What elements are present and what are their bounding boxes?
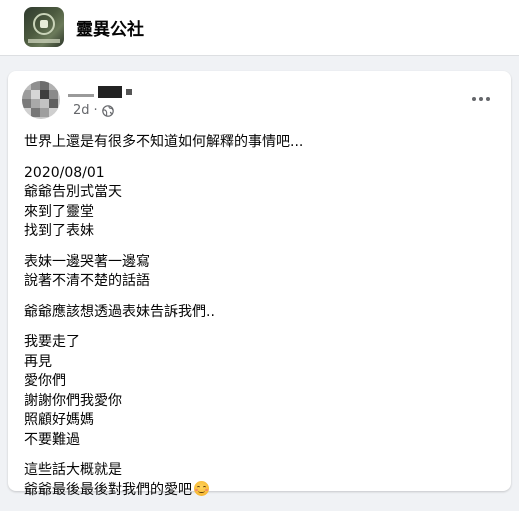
post-line: 說著不清不楚的話語 bbox=[24, 273, 150, 289]
post-line: 再見 bbox=[24, 353, 52, 370]
more-options-icon[interactable] bbox=[463, 85, 499, 113]
paragraph: 世界上還是有很多不知道如何解釋的事情吧... bbox=[24, 133, 494, 153]
post-line: 爺爺告別式當天 bbox=[24, 184, 122, 200]
post-line-text: 爺爺最後最後對我們的愛吧 bbox=[24, 481, 192, 498]
post-line: 2020/08/01 bbox=[24, 164, 105, 181]
emblem-core bbox=[40, 20, 48, 28]
globe-icon[interactable] bbox=[101, 104, 114, 117]
post-line: 愛你們 bbox=[24, 373, 66, 389]
post-line: 謝謝你們我愛你 bbox=[24, 392, 122, 409]
post-time[interactable]: 2d bbox=[73, 103, 90, 118]
post-line: 找到了表妹 bbox=[24, 223, 94, 239]
group-name[interactable]: 靈異公社 bbox=[76, 15, 144, 40]
paragraph: 2020/08/01 爺爺告別式當天 來到了靈堂 找到了表妹 bbox=[24, 164, 494, 242]
group-emblem-icon[interactable] bbox=[24, 7, 64, 47]
post-meta: 2d · bbox=[73, 103, 114, 118]
post-line: 爺爺應該想透過表妹告訴我們.. bbox=[24, 303, 215, 320]
post-line: 這些話大概就是 bbox=[24, 462, 122, 478]
emblem-bar bbox=[28, 39, 60, 43]
smiling-face-emoji-icon bbox=[194, 480, 209, 496]
post-card: 2d · 世界上還是有很多不知道如何解釋的事情吧... 2020/08/01 爺… bbox=[8, 71, 511, 498]
paragraph: 我要走了 再見 愛你們 謝謝你們我愛你 照顧好媽媽 不要難過 bbox=[24, 333, 494, 450]
poster-name-redacted[interactable] bbox=[68, 85, 132, 99]
post-body: 世界上還是有很多不知道如何解釋的事情吧... 2020/08/01 爺爺告別式當… bbox=[24, 133, 494, 511]
post-line: 不要難過 bbox=[24, 431, 80, 448]
meta-separator: · bbox=[93, 103, 98, 118]
post-line: 表妹一邊哭著一邊寫 bbox=[24, 253, 150, 270]
group-header: 靈異公社 bbox=[0, 0, 519, 56]
post-line: 照顧好媽媽 bbox=[24, 412, 94, 428]
paragraph: 表妹一邊哭著一邊寫 說著不清不楚的話語 bbox=[24, 253, 494, 292]
poster-avatar[interactable] bbox=[22, 81, 60, 119]
paragraph: 爺爺應該想透過表妹告訴我們.. bbox=[24, 303, 494, 323]
post-line: 來到了靈堂 bbox=[24, 203, 94, 220]
post-line: 我要走了 bbox=[24, 334, 80, 350]
post-line-with-emoji: 爺爺最後最後對我們的愛吧 bbox=[24, 480, 494, 501]
paragraph: 這些話大概就是 爺爺最後最後對我們的愛吧 bbox=[24, 461, 494, 500]
post-line: 世界上還是有很多不知道如何解釋的事情吧... bbox=[24, 134, 304, 150]
